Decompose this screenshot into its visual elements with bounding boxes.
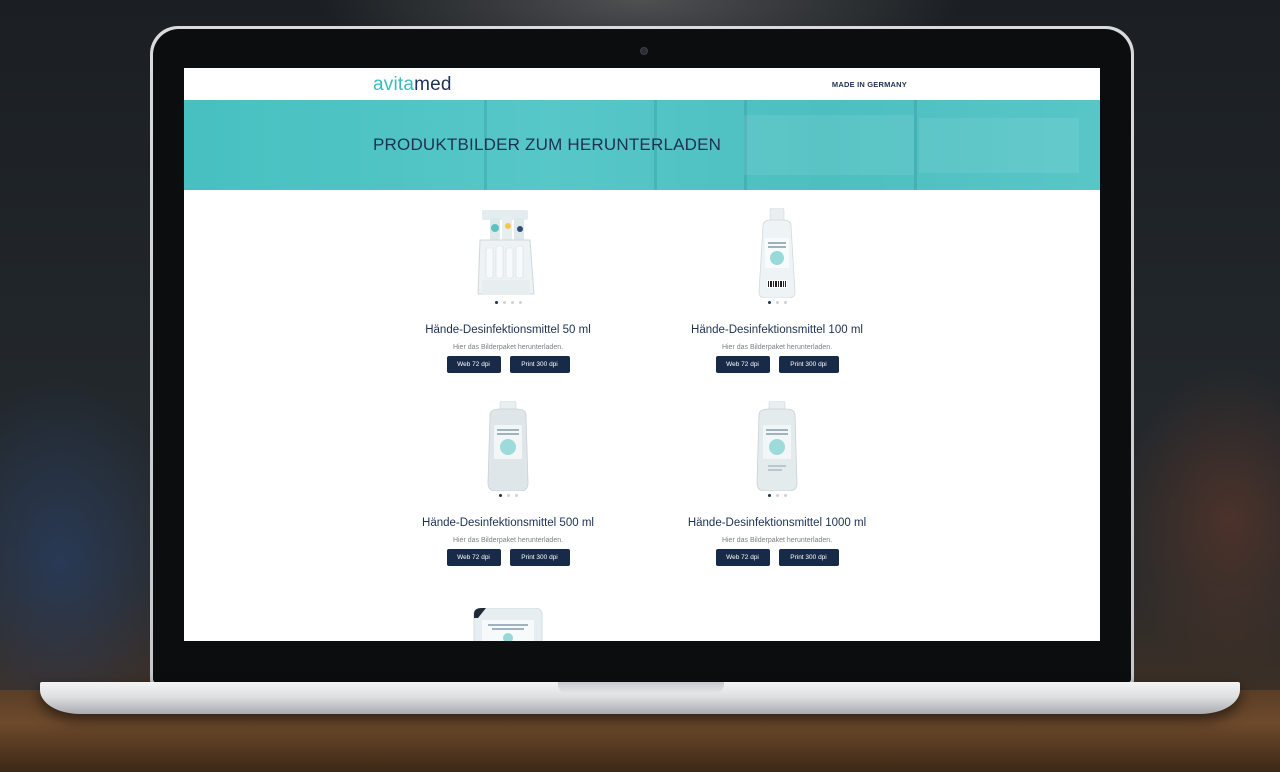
carousel-dot[interactable] [502, 301, 506, 304]
carousel-dot-active[interactable] [494, 301, 498, 304]
product-subtitle: Hier das Bilderpaket herunterladen. [452, 344, 564, 351]
hero-window-pane [744, 115, 914, 175]
product-title: Hände-Desinfektionsmittel 100 ml [691, 324, 863, 336]
product-title: Hände-Desinfektionsmittel 50 ml [425, 324, 591, 336]
print-300dpi-button[interactable]: Print 300 dpi [778, 356, 839, 373]
product-title: Hände-Desinfektionsmittel 500 ml [422, 517, 594, 529]
logo-text-avita: avita [373, 73, 415, 95]
display-box-icon [477, 210, 535, 295]
product-card: Hände-Desinfektionsmittel 500 ml Hier da… [378, 400, 638, 566]
made-in-germany-label: MADE IN GERMANY [831, 79, 907, 89]
display-box-image[interactable] [378, 208, 638, 298]
carousel-dots [378, 301, 638, 305]
webcam-icon [640, 47, 648, 55]
hero-window-pane [919, 118, 1079, 173]
web-72dpi-button[interactable]: Web 72 dpi [715, 356, 770, 373]
carousel-dot[interactable] [775, 494, 779, 497]
web-72dpi-button[interactable]: Web 72 dpi [715, 549, 770, 566]
carousel-dots [647, 494, 907, 498]
bottle-image[interactable] [647, 400, 907, 492]
download-buttons: Web 72 dpi Print 300 dpi [647, 549, 907, 566]
bottle-image[interactable] [647, 207, 907, 299]
brand-logo[interactable]: avitamed [373, 75, 452, 94]
bottle-image[interactable] [378, 400, 638, 492]
canister-image[interactable] [378, 607, 638, 641]
carousel-dot[interactable] [514, 494, 518, 497]
canister-icon [473, 607, 543, 641]
carousel-dot-active[interactable] [498, 494, 502, 497]
laptop-opening-notch [558, 682, 724, 694]
carousel-dot[interactable] [775, 301, 779, 304]
laptop-screen: avitamed MADE IN GERMANY PRODUKTBILDER Z… [184, 68, 1100, 641]
product-card: Hände-Desinfektionsmittel 1000 ml Hier d… [647, 400, 907, 566]
laptop-base [40, 682, 1240, 714]
download-buttons: Web 72 dpi Print 300 dpi [378, 356, 638, 373]
hero-banner: PRODUKTBILDER ZUM HERUNTERLADEN [184, 100, 1100, 190]
bottle-icon [487, 400, 529, 492]
site-header: avitamed MADE IN GERMANY [184, 68, 1100, 100]
carousel-dot[interactable] [510, 301, 514, 304]
bottle-icon [756, 400, 798, 492]
bottle-icon [758, 207, 796, 299]
print-300dpi-button[interactable]: Print 300 dpi [778, 549, 839, 566]
laptop-lid: avitamed MADE IN GERMANY PRODUKTBILDER Z… [150, 26, 1134, 686]
product-card [378, 607, 638, 641]
carousel-dot[interactable] [783, 494, 787, 497]
page-title: PRODUKTBILDER ZUM HERUNTERLADEN [373, 135, 722, 154]
product-title: Hände-Desinfektionsmittel 1000 ml [687, 517, 867, 529]
carousel-dot-active[interactable] [767, 301, 771, 304]
product-subtitle: Hier das Bilderpaket herunterladen. [721, 344, 833, 351]
carousel-dot[interactable] [506, 494, 510, 497]
web-72dpi-button[interactable]: Web 72 dpi [446, 356, 501, 373]
print-300dpi-button[interactable]: Print 300 dpi [509, 356, 570, 373]
carousel-dots [378, 494, 638, 498]
hero-window-frame [914, 100, 917, 190]
web-72dpi-button[interactable]: Web 72 dpi [446, 549, 501, 566]
download-buttons: Web 72 dpi Print 300 dpi [378, 549, 638, 566]
product-subtitle: Hier das Bilderpaket herunterladen. [721, 537, 833, 544]
carousel-dot-active[interactable] [767, 494, 771, 497]
laptop-bezel: avitamed MADE IN GERMANY PRODUKTBILDER Z… [153, 29, 1131, 683]
download-buttons: Web 72 dpi Print 300 dpi [647, 356, 907, 373]
carousel-dot[interactable] [783, 301, 787, 304]
carousel-dot[interactable] [518, 301, 522, 304]
product-card: Hände-Desinfektionsmittel 50 ml Hier das… [378, 208, 638, 373]
product-subtitle: Hier das Bilderpaket herunterladen. [452, 537, 564, 544]
logo-text-med: med [414, 73, 452, 95]
carousel-dots [647, 301, 907, 305]
product-card: Hände-Desinfektionsmittel 100 ml Hier da… [647, 207, 907, 373]
print-300dpi-button[interactable]: Print 300 dpi [509, 549, 570, 566]
